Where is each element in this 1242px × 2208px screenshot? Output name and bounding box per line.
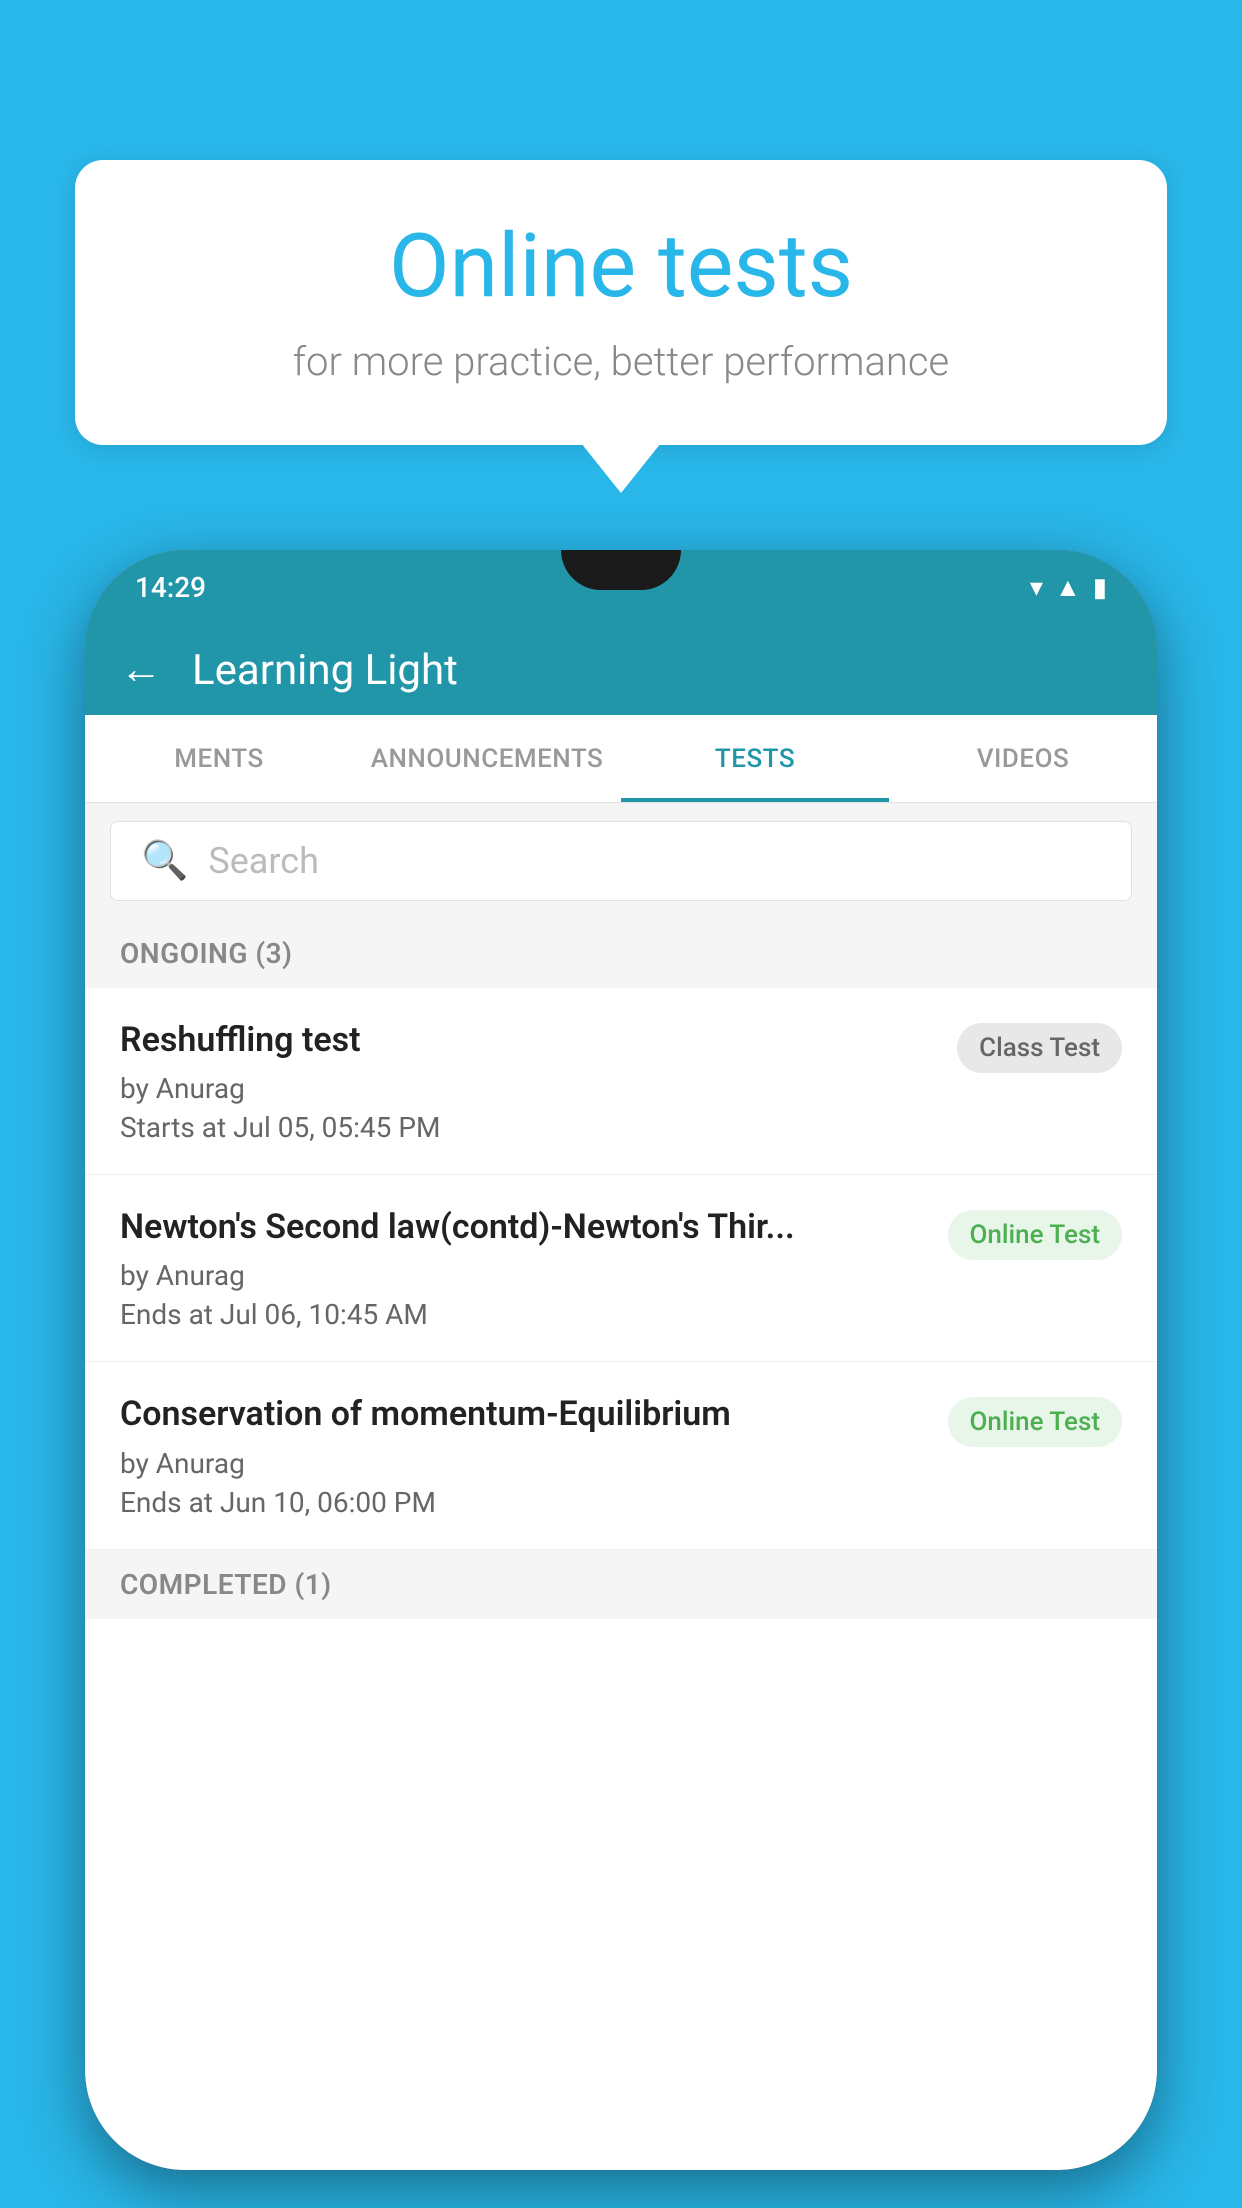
signal-icon: ▲ bbox=[1055, 572, 1081, 603]
app-title: Learning Light bbox=[192, 646, 458, 695]
ongoing-section-header: ONGOING (3) bbox=[85, 919, 1157, 988]
app-header: ← Learning Light bbox=[85, 625, 1157, 715]
bubble-subtitle: for more practice, better performance bbox=[135, 338, 1107, 385]
test-list: Reshuffling test by Anurag Starts at Jul… bbox=[85, 988, 1157, 2170]
search-container: 🔍 Search bbox=[85, 803, 1157, 919]
phone-mockup: 14:29 ▾ ▲ ▮ ← Learning Light MEN bbox=[85, 550, 1157, 2170]
completed-label: COMPLETED (1) bbox=[120, 1568, 332, 1601]
tab-ments[interactable]: MENTS bbox=[85, 715, 353, 802]
test-date-2: Ends at Jul 06, 10:45 AM bbox=[120, 1298, 928, 1331]
test-badge-1: Class Test bbox=[957, 1023, 1122, 1073]
notch bbox=[561, 550, 681, 590]
promo-bubble: Online tests for more practice, better p… bbox=[75, 160, 1167, 445]
ongoing-label: ONGOING (3) bbox=[120, 937, 292, 970]
tabs-bar: MENTS ANNOUNCEMENTS TESTS VIDEOS bbox=[85, 715, 1157, 803]
tab-announcements[interactable]: ANNOUNCEMENTS bbox=[353, 715, 621, 802]
test-badge-3: Online Test bbox=[948, 1397, 1123, 1447]
search-box[interactable]: 🔍 Search bbox=[110, 821, 1132, 901]
test-name-3: Conservation of momentum-Equilibrium bbox=[120, 1392, 928, 1436]
bubble-title: Online tests bbox=[135, 215, 1107, 318]
completed-section-header: COMPLETED (1) bbox=[85, 1550, 1157, 1619]
status-icons: ▾ ▲ ▮ bbox=[1030, 572, 1107, 603]
test-date-3: Ends at Jun 10, 06:00 PM bbox=[120, 1486, 928, 1519]
search-placeholder: Search bbox=[208, 840, 319, 882]
phone-frame: 14:29 ▾ ▲ ▮ ← Learning Light MEN bbox=[85, 550, 1157, 2170]
test-item[interactable]: Newton's Second law(contd)-Newton's Thir… bbox=[85, 1175, 1157, 1362]
phone-screen: 14:29 ▾ ▲ ▮ ← Learning Light MEN bbox=[85, 550, 1157, 2170]
test-author-3: by Anurag bbox=[120, 1447, 928, 1480]
test-name-1: Reshuffling test bbox=[120, 1018, 937, 1062]
test-info-3: Conservation of momentum-Equilibrium by … bbox=[120, 1392, 948, 1518]
wifi-icon: ▾ bbox=[1030, 573, 1043, 603]
test-author-2: by Anurag bbox=[120, 1259, 928, 1292]
test-item[interactable]: Conservation of momentum-Equilibrium by … bbox=[85, 1362, 1157, 1549]
back-button[interactable]: ← bbox=[120, 649, 162, 691]
test-badge-2: Online Test bbox=[948, 1210, 1123, 1260]
search-icon: 🔍 bbox=[141, 839, 188, 883]
test-date-1: Starts at Jul 05, 05:45 PM bbox=[120, 1111, 937, 1144]
test-info-1: Reshuffling test by Anurag Starts at Jul… bbox=[120, 1018, 957, 1144]
test-item[interactable]: Reshuffling test by Anurag Starts at Jul… bbox=[85, 988, 1157, 1175]
status-bar: 14:29 ▾ ▲ ▮ bbox=[85, 550, 1157, 625]
tab-videos[interactable]: VIDEOS bbox=[889, 715, 1157, 802]
test-info-2: Newton's Second law(contd)-Newton's Thir… bbox=[120, 1205, 948, 1331]
test-author-1: by Anurag bbox=[120, 1072, 937, 1105]
battery-icon: ▮ bbox=[1093, 573, 1107, 603]
test-name-2: Newton's Second law(contd)-Newton's Thir… bbox=[120, 1205, 928, 1249]
tab-tests[interactable]: TESTS bbox=[621, 715, 889, 802]
status-time: 14:29 bbox=[135, 571, 206, 604]
